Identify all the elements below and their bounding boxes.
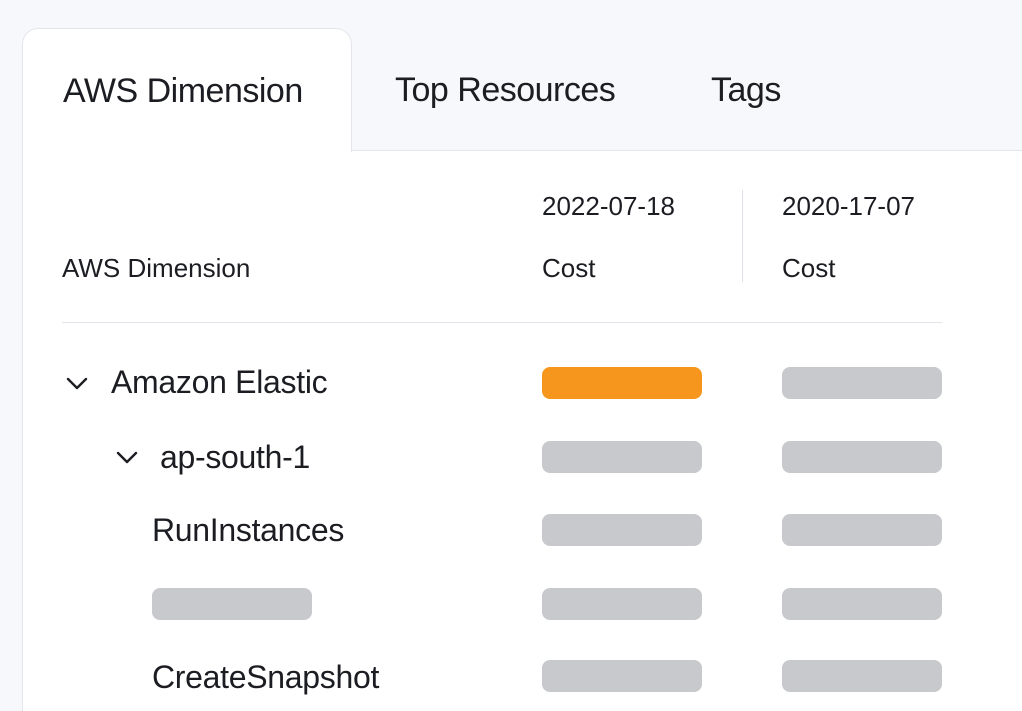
cost-value-placeholder (782, 588, 942, 620)
row-label-placeholder (152, 588, 312, 620)
chevron-down-icon[interactable] (64, 370, 90, 396)
cost-value-placeholder (782, 514, 942, 546)
column-header-date: 2022-07-18 (542, 191, 675, 221)
cost-value-placeholder (782, 367, 942, 399)
row-label[interactable]: RunInstances (152, 510, 344, 550)
row-label[interactable]: Amazon Elastic (111, 362, 328, 402)
column-header-metric: Cost (542, 253, 596, 283)
column-divider (742, 190, 743, 282)
tab-tags[interactable]: Tags (711, 60, 781, 120)
cost-value-placeholder (542, 588, 702, 620)
cost-value-placeholder (782, 660, 942, 692)
cost-value-placeholder (782, 441, 942, 473)
tab-label: AWS Dimension (63, 72, 303, 110)
row-label[interactable]: CreateSnapshot (152, 657, 379, 697)
table-panel (22, 150, 1022, 711)
column-header-metric: Cost (782, 253, 836, 283)
cost-value-placeholder (542, 514, 702, 546)
header-divider (62, 322, 942, 323)
tab-aws-dimension[interactable]: AWS Dimension (22, 28, 352, 152)
tab-top-resources[interactable]: Top Resources (395, 60, 616, 120)
cost-value-placeholder (542, 441, 702, 473)
column-header-dimension: AWS Dimension (62, 253, 251, 283)
cost-value-placeholder (542, 367, 702, 399)
column-header-date: 2020-17-07 (782, 191, 915, 221)
cost-value-placeholder (542, 660, 702, 692)
row-label[interactable]: ap-south-1 (160, 437, 310, 477)
chevron-down-icon[interactable] (114, 444, 140, 470)
